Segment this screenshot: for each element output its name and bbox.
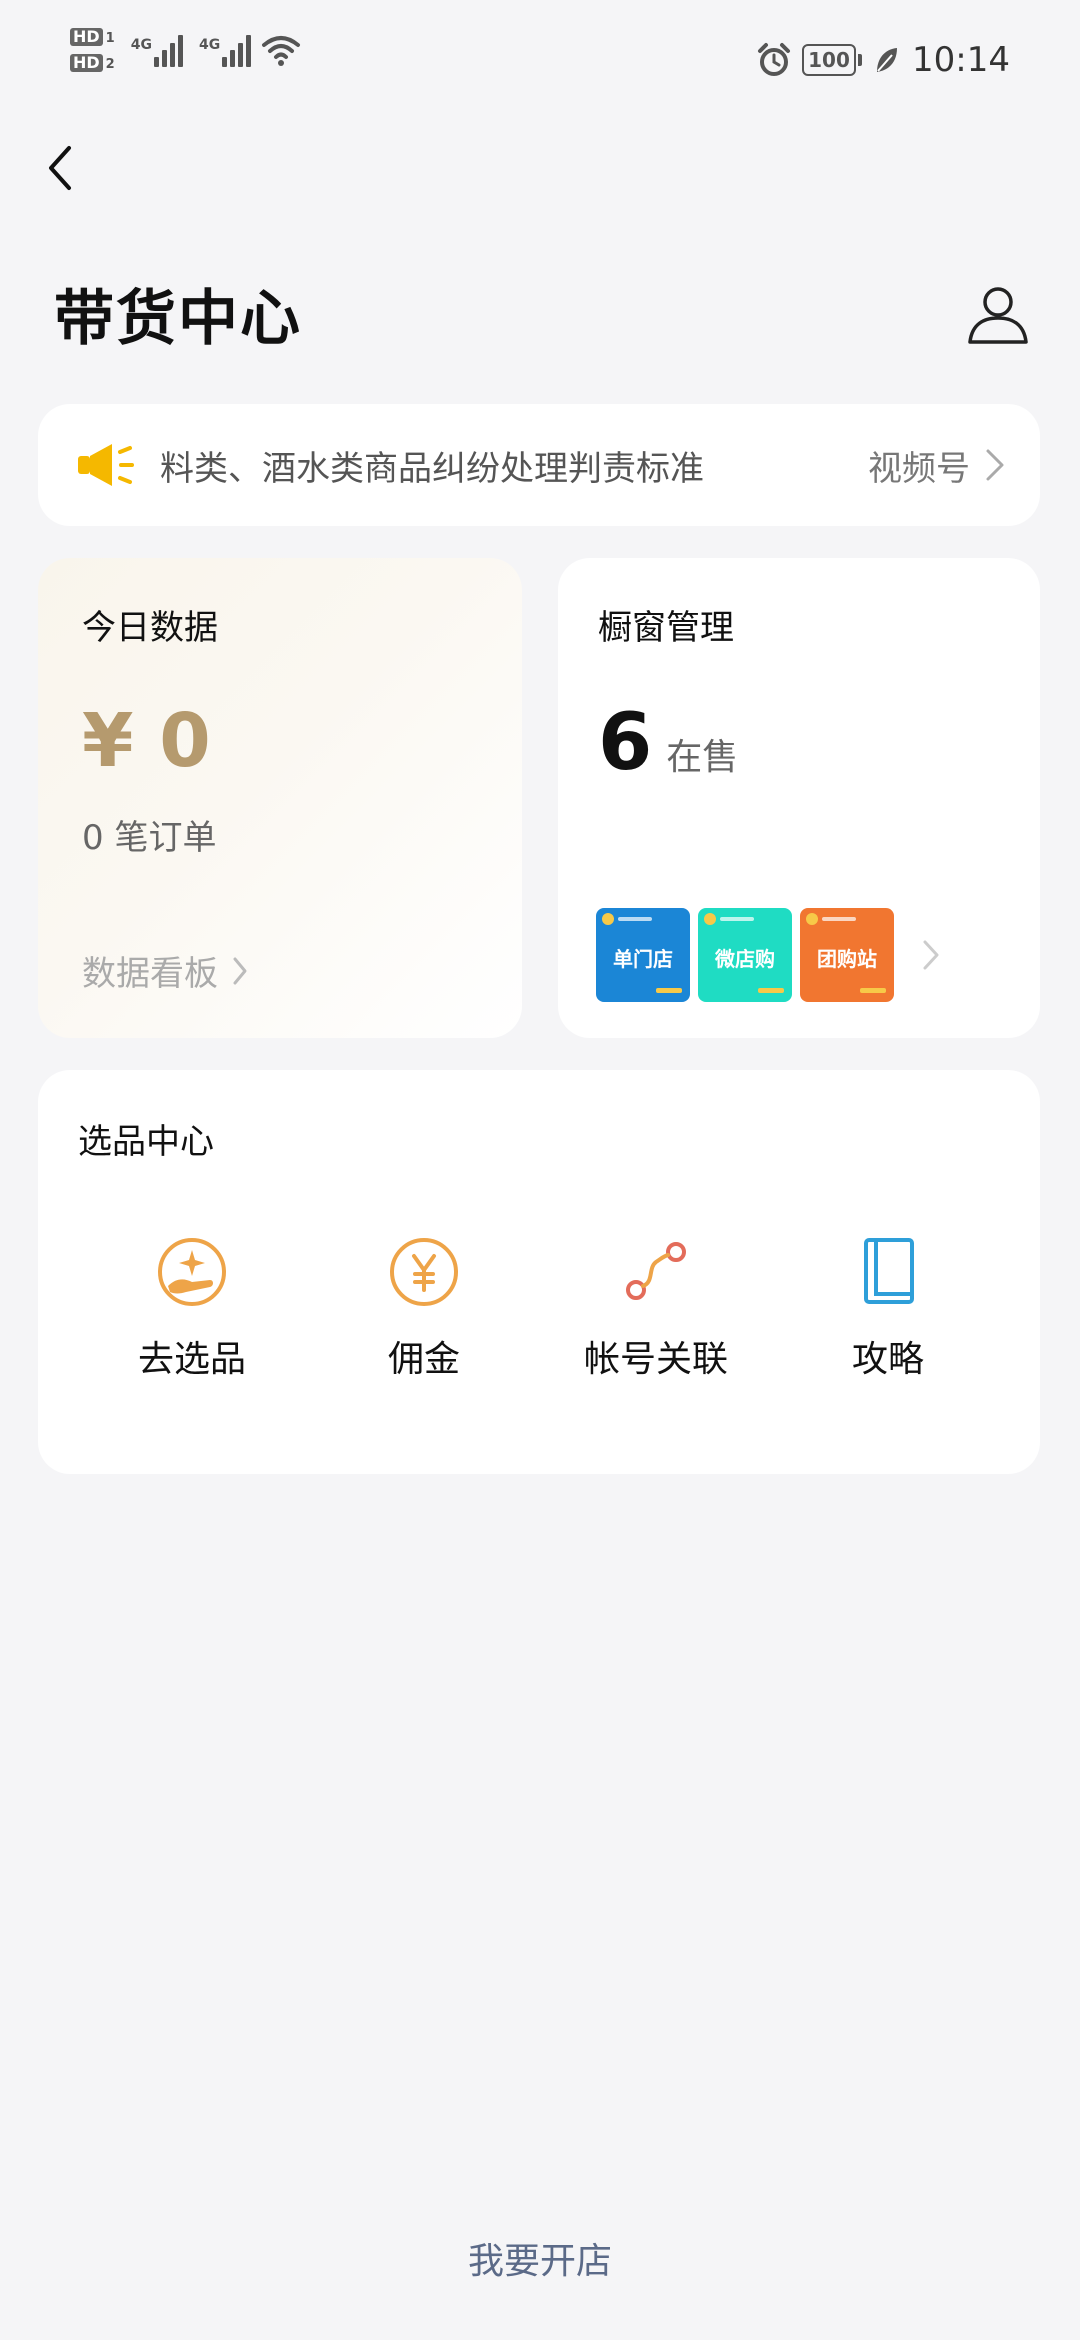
today-data-card[interactable]: 今日数据 ¥ 0 0 笔订单 数据看板: [38, 558, 522, 1038]
open-shop-link[interactable]: 我要开店: [0, 2232, 1080, 2284]
signal-bars-2-icon: [222, 33, 252, 67]
chevron-right-icon: [233, 957, 247, 984]
notice-banner[interactable]: 料类、酒水类商品纠纷处理判责标准 视频号: [38, 404, 1040, 526]
account-link-button[interactable]: 帐号关联: [556, 1236, 756, 1382]
window-management-card[interactable]: 橱窗管理 6 在售 单门店 微店购 团购站: [558, 558, 1040, 1038]
signal-1: 4G: [131, 33, 183, 67]
signal-2: 4G: [198, 33, 252, 67]
today-data-title: 今日数据: [82, 608, 218, 648]
yen-circle-icon: [390, 1238, 458, 1306]
selection-center-card: 选品中心 去选品 佣金 帐号关联 攻略: [38, 1070, 1040, 1474]
data-dashboard-label: 数据看板: [82, 954, 218, 994]
battery-icon: 100: [802, 44, 863, 76]
leaf-icon: [877, 48, 898, 72]
sim-indicators: HD 1 HD 2: [70, 28, 115, 72]
commission-label: 佣金: [387, 1339, 460, 1380]
on-sale-label: 在售: [666, 737, 739, 778]
product-thumbnail-text: 单门店: [613, 947, 673, 971]
page-title: 带货中心: [54, 284, 302, 354]
back-button[interactable]: [30, 138, 90, 198]
window-management-title: 橱窗管理: [598, 608, 734, 648]
guide-button[interactable]: 攻略: [788, 1236, 988, 1382]
sim2-indicator: HD 2: [70, 54, 115, 72]
chevron-left-icon: [49, 146, 71, 190]
data-dashboard-link[interactable]: 数据看板: [82, 946, 248, 995]
megaphone-icon: [78, 444, 134, 486]
status-bar-left: HD 1 HD 2 4G 4G: [70, 28, 301, 72]
product-thumbnail[interactable]: 团购站: [800, 908, 894, 1002]
today-orders: 0 笔订单: [82, 818, 217, 858]
notice-text: 料类、酒水类商品纠纷处理判责标准: [160, 448, 704, 489]
book-icon: [864, 1238, 914, 1304]
sim2-index: 2: [105, 57, 115, 72]
link-path-icon: [626, 1242, 686, 1300]
sim1-hd-label: HD: [70, 28, 103, 46]
alarm-icon: [758, 43, 791, 76]
chevron-right-icon[interactable]: [922, 939, 940, 971]
selection-center-title: 选品中心: [78, 1122, 214, 1162]
status-bar: HD 1 HD 2 4G 4G 100 10:14: [0, 0, 1080, 120]
network-type-1: 4G: [130, 37, 152, 53]
notice-channel-tag: 视频号: [868, 448, 970, 489]
product-thumbnail[interactable]: 单门店: [596, 908, 690, 1002]
on-sale-count: 6 在售: [598, 698, 738, 788]
today-amount: ¥ 0: [82, 698, 211, 784]
network-type-2: 4G: [198, 37, 221, 53]
go-select-label: 去选品: [137, 1339, 246, 1380]
go-select-button[interactable]: 去选品: [92, 1236, 292, 1382]
product-thumbnail-text: 团购站: [817, 947, 877, 971]
on-sale-number: 6: [598, 698, 653, 788]
product-thumbnails: 单门店 微店购 团购站: [596, 908, 940, 1002]
sim1-indicator: HD 1: [70, 28, 115, 46]
profile-icon[interactable]: [964, 280, 1032, 348]
chevron-right-icon: [986, 449, 1004, 481]
guide-label: 攻略: [851, 1339, 924, 1380]
sparkle-hand-icon: [158, 1238, 226, 1306]
status-bar-right: 100 10:14: [756, 40, 1010, 80]
product-thumbnail-text: 微店购: [715, 947, 775, 971]
account-link-label: 帐号关联: [583, 1339, 728, 1380]
clock: 10:14: [912, 40, 1010, 80]
wifi-icon: [262, 36, 301, 66]
sim2-hd-label: HD: [70, 54, 103, 72]
sim1-index: 1: [105, 31, 115, 46]
signal-bars-1-icon: [153, 33, 183, 67]
commission-button[interactable]: 佣金: [324, 1236, 524, 1382]
product-thumbnail[interactable]: 微店购: [698, 908, 792, 1002]
